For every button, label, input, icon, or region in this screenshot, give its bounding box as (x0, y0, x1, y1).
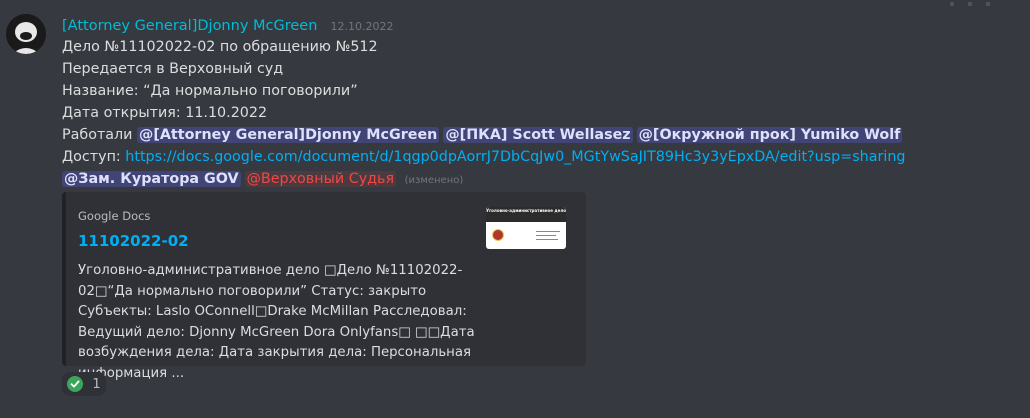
link-embed: Google Docs 11102022-02 Уголовно-админис… (62, 192, 586, 381)
check-icon (67, 376, 84, 392)
thumbnail-text-line (536, 239, 558, 240)
reaction-count: 1 (92, 376, 101, 392)
seal-icon (492, 229, 504, 241)
author-name[interactable]: [Attorney General]Djonny McGreen (62, 18, 317, 34)
transfer-line: Передается в Верховный суд (62, 61, 284, 77)
worked-line: Работали @[Attorney General]Djonny McGre… (62, 124, 1012, 146)
message-content: [Attorney General]Djonny McGreen 12.10.2… (62, 14, 1012, 396)
roles-line: @Зам. Куратора GOV @Верховный Судья (изме… (62, 168, 1012, 192)
thumbnail-text-line (536, 235, 556, 236)
message-timestamp: 12.10.2022 (330, 20, 394, 33)
docs-link[interactable]: https://docs.google.com/document/d/1qgp0… (125, 149, 905, 165)
embed-provider[interactable]: Google Docs (78, 209, 150, 223)
author-avatar[interactable] (6, 14, 46, 54)
access-label: Доступ: (62, 149, 121, 165)
access-line: Доступ: https://docs.google.com/document… (62, 146, 1012, 168)
thumbnail-text-line (536, 231, 560, 232)
title-line: Название: “Да нормально поговорили” (62, 83, 358, 99)
role-mention-supreme-judge[interactable]: @Верховный Судья (244, 171, 397, 187)
message-header: [Attorney General]Djonny McGreen 12.10.2… (62, 14, 1012, 36)
edited-marker: (изменено) (404, 175, 464, 186)
chat-message: [Attorney General]Djonny McGreen 12.10.2… (0, 0, 1030, 418)
embed-thumbnail[interactable]: Уголовно-административное дело (486, 207, 566, 249)
user-mention[interactable]: @[Attorney General]Djonny McGreen (137, 127, 440, 143)
thumbnail-header: Уголовно-административное дело (486, 207, 566, 222)
user-mention[interactable]: @[Окружной прок] Yumiko Wolf (636, 127, 903, 143)
embed-title[interactable]: 11102022-02 (78, 232, 189, 250)
opened-line: Дата открытия: 11.10.2022 (62, 105, 268, 121)
embed-description: Уголовно-административное дело □Дело №11… (78, 263, 475, 381)
worked-label: Работали (62, 127, 133, 143)
role-mention-curator[interactable]: @Зам. Куратора GOV (62, 171, 241, 187)
user-mention[interactable]: @[ПКА] Scott Wellasez (443, 127, 633, 143)
reaction-check[interactable]: 1 (62, 372, 106, 396)
case-line: Дело №11102022-02 по обращению №512 (62, 39, 378, 55)
